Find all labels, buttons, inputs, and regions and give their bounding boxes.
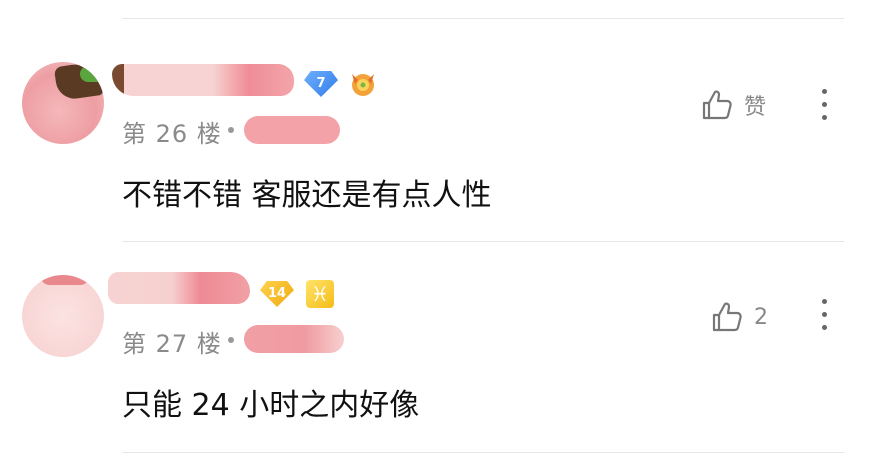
- comment-text: 不错不错 客服还是有点人性: [122, 178, 492, 213]
- location-redacted: [244, 116, 340, 144]
- thumbs-up-icon: [712, 302, 742, 332]
- comment-text: 只能 24 小时之内好像: [122, 388, 420, 423]
- username-redacted[interactable]: [112, 64, 294, 96]
- like-button[interactable]: 赞: [700, 88, 766, 122]
- location-redacted: [244, 325, 344, 353]
- like-label: 赞: [744, 95, 767, 120]
- medal-icon: [352, 74, 374, 96]
- avatar[interactable]: [22, 62, 104, 144]
- more-options-button[interactable]: [818, 298, 832, 332]
- separator-dot: [228, 337, 234, 343]
- more-options-button[interactable]: [818, 88, 832, 122]
- avatar-decoration: [80, 66, 102, 82]
- avatar-decoration: [40, 275, 90, 285]
- like-count: 2: [754, 304, 768, 330]
- floor-number: 第 26 楼: [122, 120, 222, 148]
- avatar[interactable]: [22, 275, 104, 357]
- pisces-icon: ♓: [306, 280, 334, 308]
- divider-bottom: [122, 452, 844, 453]
- like-button[interactable]: 2: [710, 300, 768, 334]
- separator-dot: [228, 127, 234, 133]
- username-redacted[interactable]: [108, 272, 250, 304]
- level-diamond-icon: 14: [260, 281, 294, 307]
- divider-top: [122, 18, 844, 19]
- level-diamond-icon: 7: [304, 71, 338, 97]
- floor-number: 第 27 楼: [122, 330, 222, 358]
- divider: [122, 241, 844, 242]
- thumbs-up-icon: [702, 90, 732, 120]
